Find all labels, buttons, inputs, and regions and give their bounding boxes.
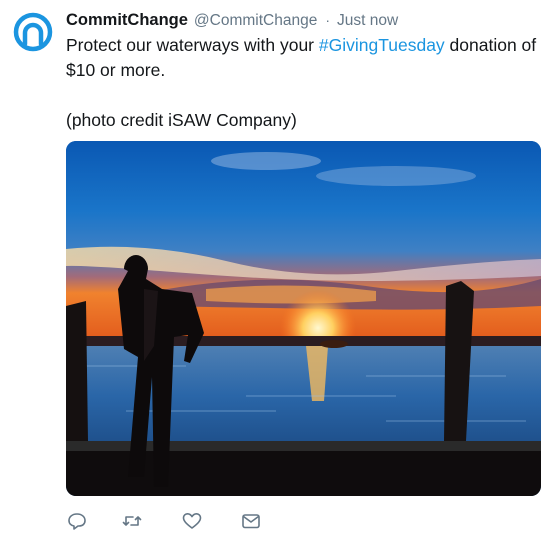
- envelope-icon: [242, 514, 260, 529]
- tweet-photo[interactable]: [66, 141, 541, 496]
- tweet-message: Protect our waterways with your #GivingT…: [66, 33, 546, 83]
- text-before-hashtag: Protect our waterways with your: [66, 35, 319, 55]
- hashtag-link[interactable]: #GivingTuesday: [319, 35, 445, 55]
- heart-icon: [182, 513, 202, 529]
- avatar[interactable]: [12, 11, 54, 53]
- tweet-header: CommitChange @CommitChange · Just now: [66, 9, 398, 31]
- separator-dot: ·: [325, 12, 331, 28]
- sunset-photo: [66, 141, 541, 496]
- reply-icon: [68, 513, 86, 530]
- author-handle[interactable]: @CommitChange: [194, 12, 317, 29]
- like-button[interactable]: [181, 510, 203, 532]
- photo-credit: (photo credit iSAW Company): [66, 110, 297, 130]
- retweet-button[interactable]: [121, 510, 143, 532]
- direct-message-button[interactable]: [240, 510, 262, 532]
- author-name[interactable]: CommitChange: [66, 11, 188, 29]
- commitchange-logo-icon: [13, 12, 53, 52]
- timestamp[interactable]: Just now: [337, 12, 398, 29]
- retweet-icon: [122, 516, 142, 526]
- reply-button[interactable]: [66, 510, 88, 532]
- tweet-text: Protect our waterways with your #GivingT…: [66, 33, 546, 133]
